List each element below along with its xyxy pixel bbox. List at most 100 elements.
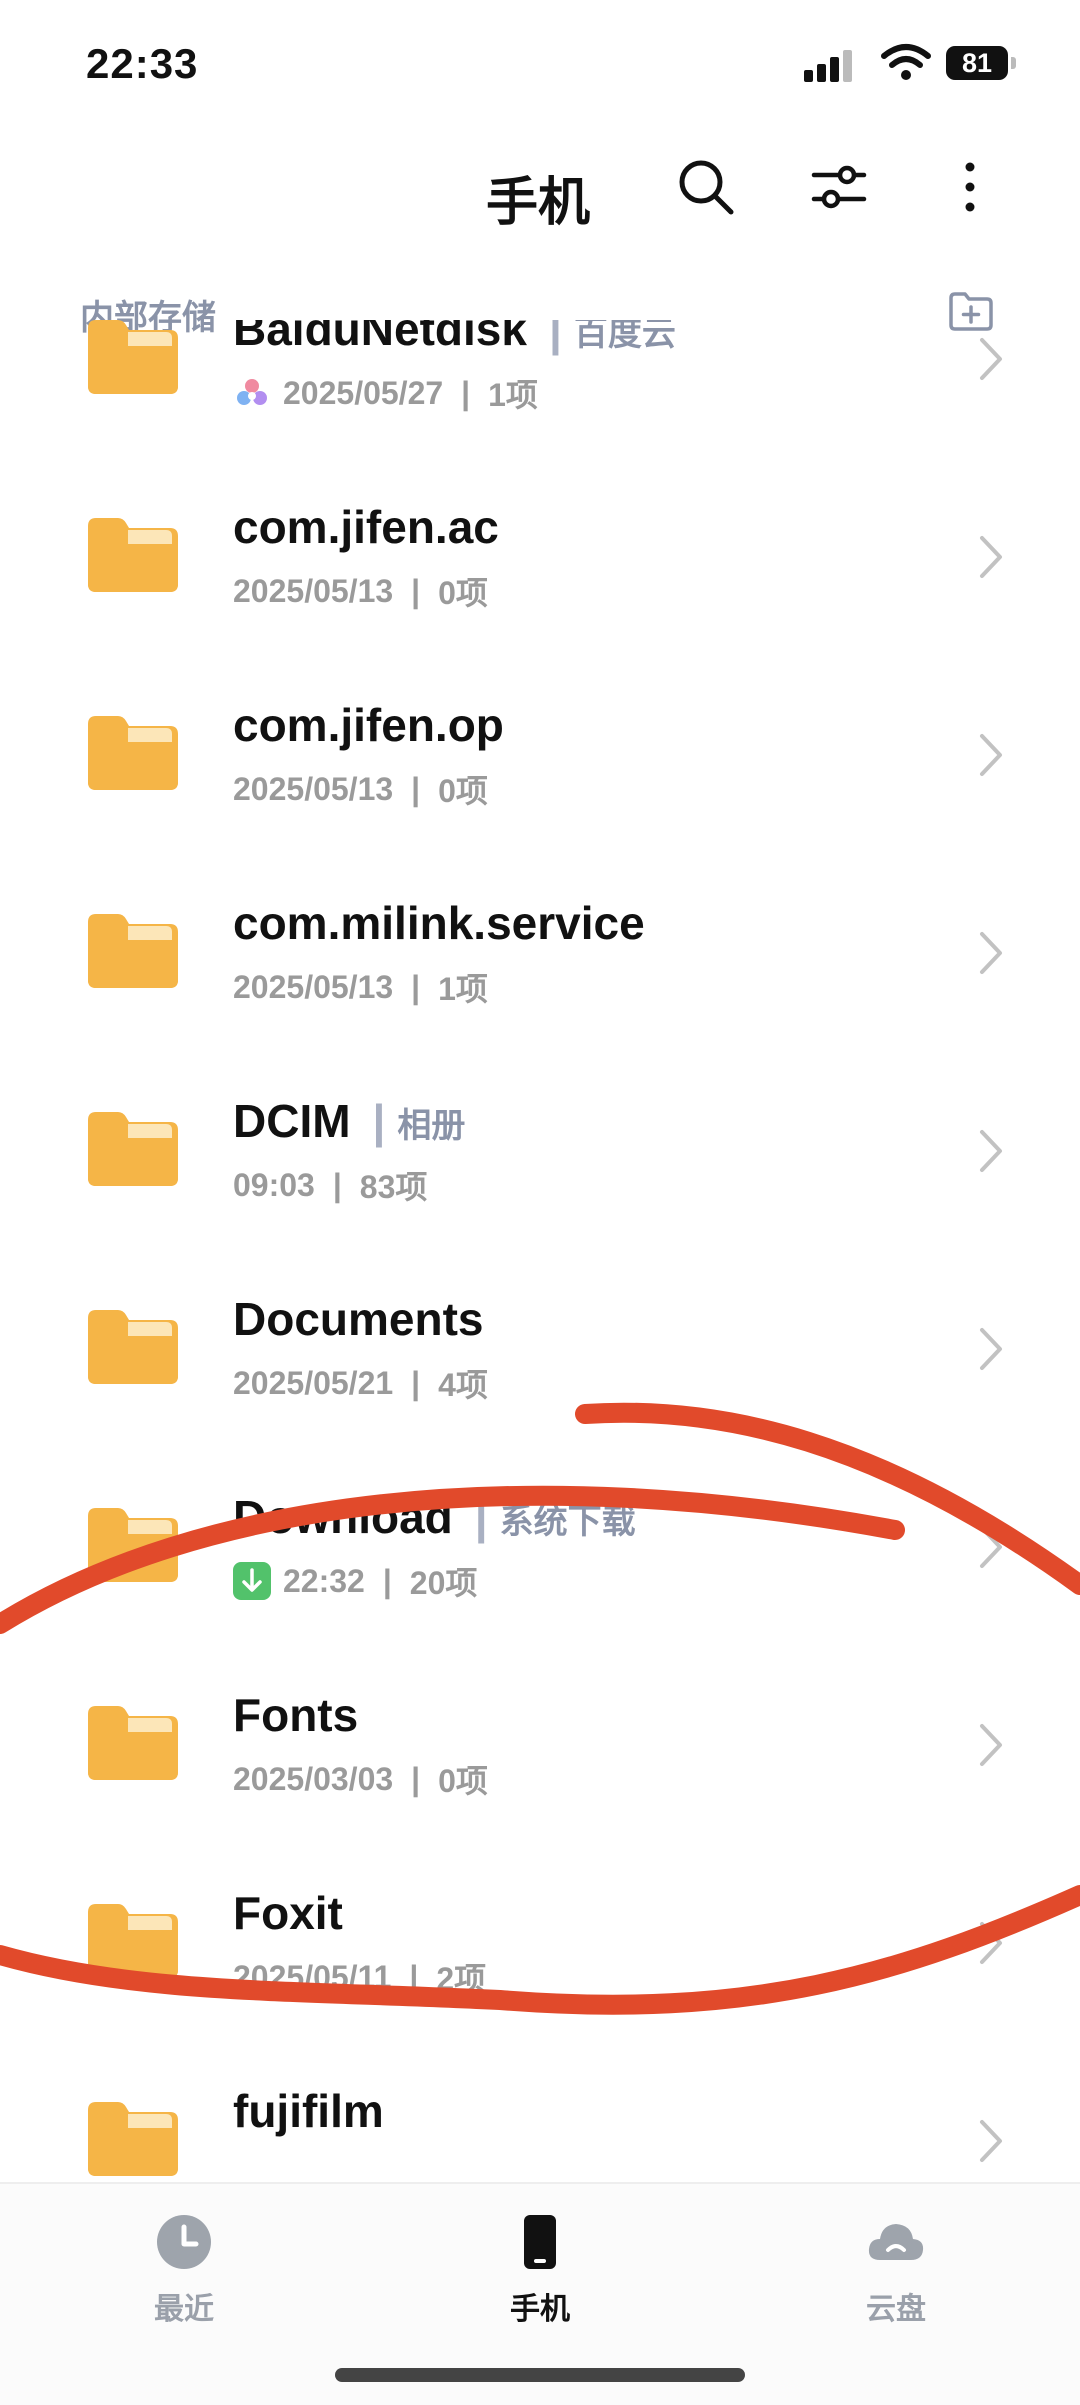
filter-button[interactable] (804, 152, 874, 222)
folder-row[interactable]: com.jifen.op 2025/05/13 | 0项 (0, 674, 1080, 872)
folder-item-count: 83项 (359, 1169, 428, 1205)
folder-item-count: 4项 (438, 1367, 488, 1403)
folder-name: com.jifen.ac (233, 500, 499, 554)
folder-row[interactable]: DCIM | 相册 09:03 | 83项 (0, 1070, 1080, 1268)
chevron-right-icon (974, 1918, 1008, 1968)
folder-date: 2025/05/13 (233, 770, 394, 807)
folder-meta: 09:03 | 83项 (233, 1162, 427, 1208)
meta-separator: | (332, 1166, 342, 1203)
folder-meta: 2025/03/03 | 0项 (233, 1756, 488, 1802)
folder-row[interactable]: Fonts 2025/03/03 | 0项 (0, 1664, 1080, 1862)
clock-icon (157, 2215, 211, 2269)
folder-meta: 22:32 | 20项 (233, 1558, 477, 1604)
meta-separator: | (411, 1760, 421, 1797)
folder-item-count: 0项 (438, 773, 488, 809)
folder-tag: 相册 (397, 1107, 466, 1145)
tag-separator: | (548, 320, 562, 355)
search-icon (679, 160, 734, 215)
folder-name: Foxit (233, 1886, 343, 1940)
tab-label: 云盘 (866, 2293, 926, 2326)
folder-meta: 2025/05/21 | 4项 (233, 1360, 488, 1406)
folder-row[interactable]: fujifilm (0, 2060, 1080, 2182)
chevron-right-icon (974, 928, 1008, 978)
folder-icon (84, 1108, 182, 1188)
folder-name: Download | 系统下载 (233, 1490, 636, 1544)
chevron-right-icon (974, 532, 1008, 582)
folder-icon (84, 712, 182, 792)
folder-name-text: com.jifen.op (233, 699, 504, 751)
folder-date: 2025/05/13 (233, 968, 394, 1005)
folder-row[interactable]: Documents 2025/05/21 | 4项 (0, 1268, 1080, 1466)
chevron-right-icon (974, 1126, 1008, 1176)
folder-list: BaiduNetdisk | 百度云 2025/05/27 | 1项 com.jifen.a… (0, 320, 1080, 2182)
folder-icon (84, 2098, 182, 2178)
folder-meta: 2025/05/27 | 1项 (233, 370, 538, 416)
folder-name: Fonts (233, 1688, 358, 1742)
folder-icon (84, 910, 182, 990)
meta-separator: | (411, 770, 421, 807)
folder-name: com.jifen.op (233, 698, 504, 752)
folder-icon (84, 1504, 182, 1584)
app-header: 手机 (0, 140, 1080, 240)
folder-tag: 百度云 (573, 320, 676, 353)
folder-name-text: Documents (233, 1293, 484, 1345)
cellular-signal-icon (804, 46, 860, 82)
folder-row[interactable]: BaiduNetdisk | 百度云 2025/05/27 | 1项 (0, 320, 1080, 476)
folder-icon (84, 1306, 182, 1386)
folder-name: BaiduNetdisk | 百度云 (233, 320, 676, 356)
tab-recent[interactable]: 最近 (84, 2184, 284, 2334)
chevron-right-icon (974, 1720, 1008, 1770)
meta-separator: | (411, 1364, 421, 1401)
folder-date: 2025/05/21 (233, 1364, 394, 1401)
tag-separator: | (474, 1491, 488, 1543)
folder-icon (84, 1702, 182, 1782)
page-title: 手机 (486, 174, 591, 232)
download-badge-icon (233, 1562, 271, 1600)
filter-sliders-icon (811, 165, 867, 209)
folder-name: com.milink.service (233, 896, 645, 950)
tab-label: 最近 (154, 2293, 214, 2326)
folder-date: 2025/05/27 (283, 374, 444, 411)
folder-icon (84, 320, 182, 396)
folder-row[interactable]: Foxit 2025/05/11 | 2项 (0, 1862, 1080, 2060)
cloud-icon (868, 2224, 924, 2260)
tab-cloud[interactable]: 云盘 (796, 2184, 996, 2334)
folder-date: 2025/05/11 (233, 1958, 392, 1995)
chevron-right-icon (974, 1324, 1008, 1374)
battery-indicator: 81 (946, 46, 1008, 80)
folder-item-count: 0项 (438, 1763, 488, 1799)
meta-separator: | (382, 1562, 392, 1599)
chevron-right-icon (974, 730, 1008, 780)
folder-name-text: BaiduNetdisk (233, 320, 527, 355)
folder-icon (84, 1900, 182, 1980)
folder-name: fujifilm (233, 2084, 384, 2138)
search-button[interactable] (671, 152, 741, 222)
meta-separator: | (411, 572, 421, 609)
more-menu-button[interactable] (935, 152, 1005, 222)
tab-phone[interactable]: 手机 (440, 2184, 640, 2334)
meta-separator: | (409, 1958, 419, 1995)
more-vertical-icon (965, 162, 975, 212)
folder-item-count: 2项 (436, 1961, 487, 1997)
status-bar: 22:33 81 (0, 0, 1080, 130)
folder-date: 2025/05/13 (233, 572, 394, 609)
folder-name-text: Download (233, 1491, 453, 1543)
folder-row[interactable]: Download | 系统下载 22:32 | 20项 (0, 1466, 1080, 1664)
folder-row[interactable]: com.jifen.ac 2025/05/13 | 0项 (0, 476, 1080, 674)
folder-item-count: 0项 (438, 575, 488, 611)
folder-meta: 2025/05/13 | 0项 (233, 568, 488, 614)
folder-item-count: 20项 (409, 1565, 478, 1601)
folder-meta: 2025/05/13 | 0项 (233, 766, 488, 812)
chevron-right-icon (974, 1522, 1008, 1572)
folder-name-text: Foxit (233, 1887, 343, 1939)
phone-icon (524, 2215, 556, 2269)
chevron-right-icon (974, 2116, 1008, 2166)
battery-tip (1011, 57, 1016, 69)
tag-separator: | (372, 1095, 386, 1147)
meta-separator: | (411, 968, 421, 1005)
folder-item-count: 1项 (438, 971, 488, 1007)
chevron-right-icon (974, 334, 1008, 384)
folder-row[interactable]: com.milink.service 2025/05/13 | 1项 (0, 872, 1080, 1070)
folder-name-text: com.jifen.ac (233, 501, 499, 553)
wifi-icon (881, 44, 931, 80)
